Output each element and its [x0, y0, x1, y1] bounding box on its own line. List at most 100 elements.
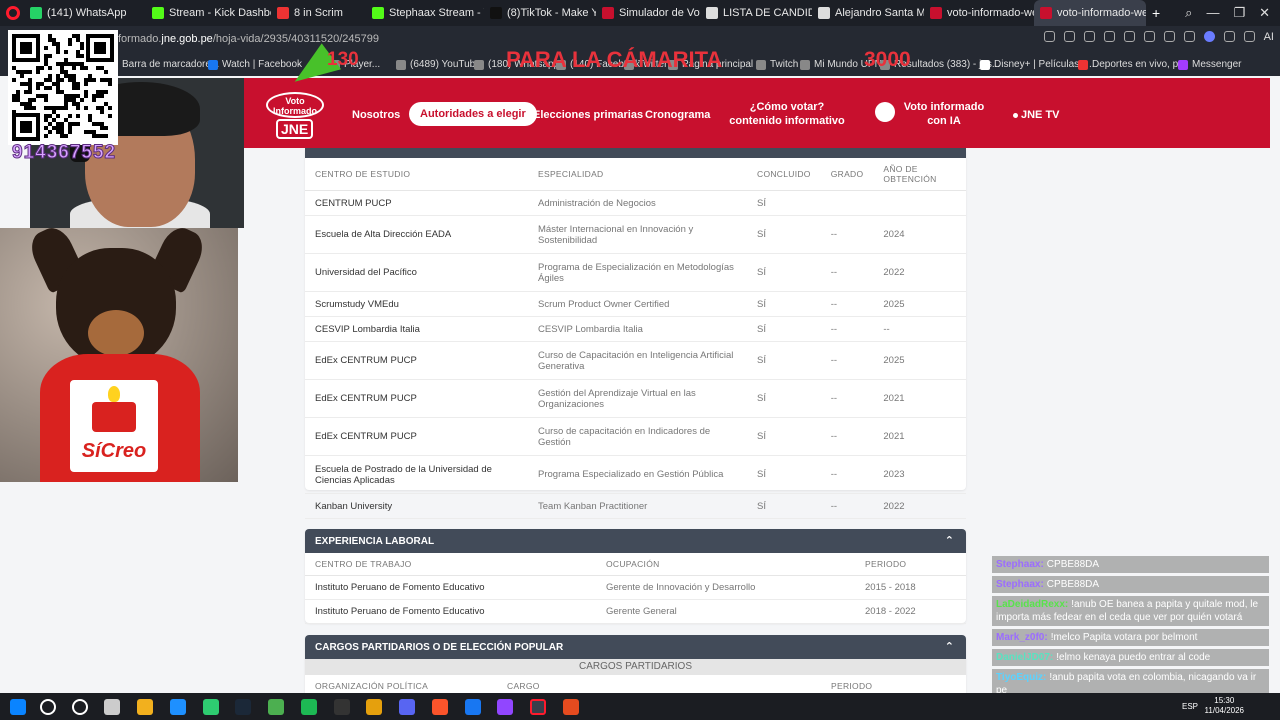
tab-label: Stream - Kick Dashboard: [169, 7, 271, 19]
search-tabs-icon[interactable]: ⌕: [1185, 5, 1192, 21]
cell-anio: [873, 190, 966, 216]
browser-tab[interactable]: Stephaax Stream - Watch: [366, 0, 484, 26]
experiencia-header[interactable]: EXPERIENCIA LABORAL ⌃: [305, 529, 966, 553]
url-field[interactable]: formado.jne.gob.pe/hoja-vida/2935/403115…: [118, 33, 379, 45]
cell-especialidad: Scrum Product Owner Certified: [528, 291, 747, 317]
menu-icon[interactable]: [1183, 31, 1195, 42]
counter-left: 130: [327, 49, 359, 70]
minimize-window-button[interactable]: —: [1206, 5, 1219, 21]
nav-como-votar[interactable]: ¿Cómo votar? contenido informativo: [728, 100, 846, 128]
spotify-icon[interactable]: [301, 699, 317, 715]
new-tab-button[interactable]: +: [1146, 0, 1166, 26]
qr-module: [72, 66, 76, 70]
browser-tab[interactable]: LISTA DE CANDIDATOS -: [700, 0, 812, 26]
tab-label: voto-informado-web: [1057, 7, 1146, 19]
bookmark-item[interactable]: Deportes en vivo, p...: [1078, 59, 1187, 70]
cube-icon[interactable]: [1243, 31, 1255, 42]
voto-informado-logo[interactable]: Voto Informado JNE: [266, 92, 324, 139]
nav-nosotros[interactable]: Nosotros: [352, 108, 400, 122]
qr-module: [108, 82, 112, 86]
windows-taskbar: ESP 15:30 11/04/2026: [0, 693, 1280, 720]
browser-tab[interactable]: 8 in Scrim: [271, 0, 366, 26]
browser-tab[interactable]: (8)TikTok - Make Your Day: [484, 0, 596, 26]
brave-icon[interactable]: [432, 699, 448, 715]
ai-button[interactable]: AI: [1264, 31, 1274, 43]
qr-module: [64, 50, 68, 54]
bookmark-item[interactable]: Twitch: [756, 59, 798, 70]
bookmark-label: Twitch: [770, 59, 799, 70]
camera-icon[interactable]: [1063, 31, 1075, 42]
opera-logo-icon[interactable]: [6, 6, 20, 20]
qr-module: [40, 66, 44, 70]
nav-autoridades[interactable]: Autoridades a elegir: [409, 102, 537, 126]
heart-icon[interactable]: [1143, 31, 1155, 42]
shield-icon[interactable]: [1083, 31, 1095, 42]
play-icon[interactable]: [1123, 31, 1135, 42]
close-window-button[interactable]: ✕: [1259, 5, 1270, 21]
download-icon[interactable]: [1163, 31, 1175, 42]
col-cargo: CARGO: [497, 675, 821, 693]
file-explorer-icon[interactable]: [137, 699, 153, 715]
browser-tab[interactable]: voto-informado-web: [924, 0, 1034, 26]
chat-username: Mark_z0f0:: [996, 632, 1048, 643]
edge-icon[interactable]: [170, 699, 186, 715]
tab-favicon-icon: [152, 7, 164, 19]
discord-icon[interactable]: [399, 699, 415, 715]
app-icon[interactable]: [563, 699, 579, 715]
split-view-icon[interactable]: [1223, 31, 1235, 42]
clock[interactable]: 15:30 11/04/2026: [1205, 696, 1244, 716]
extension-icon[interactable]: [1103, 31, 1115, 42]
experiencia-table: CENTRO DE TRABAJO OCUPACIÓN PERIODO Inst…: [305, 553, 966, 624]
xbox-icon[interactable]: [203, 699, 219, 715]
windows-start-icon[interactable]: [10, 699, 26, 715]
epic-games-icon[interactable]: [334, 699, 350, 715]
profile-icon[interactable]: [1203, 31, 1215, 42]
browser-tab[interactable]: Simulador de Votación - I: [596, 0, 700, 26]
facebook-icon[interactable]: [465, 699, 481, 715]
bookmark-item[interactable]: Messenger: [1178, 59, 1241, 70]
bookmark-item[interactable]: Barra de marcadore...: [108, 59, 219, 70]
twitch-icon[interactable]: [497, 699, 513, 715]
tab-favicon-icon: [930, 7, 942, 19]
tab-favicon-icon: [602, 7, 614, 19]
logo-jne: JNE: [276, 119, 314, 139]
cortana-icon[interactable]: [72, 699, 88, 715]
phone-number: 914367552: [11, 142, 117, 164]
cell-especialidad: Gestión del Aprendizaje Virtual en las O…: [528, 379, 747, 418]
chevron-up-icon[interactable]: ⌃: [945, 640, 954, 653]
chat-message: Stephaax: CPBE88DA: [992, 556, 1269, 573]
cargos-header[interactable]: CARGOS PARTIDARIOS O DE ELECCIÓN POPULAR…: [305, 635, 966, 659]
qr-module: [76, 106, 80, 110]
cell-concluido: SÍ: [747, 417, 821, 456]
minecraft-icon[interactable]: [268, 699, 284, 715]
task-view-icon[interactable]: [104, 699, 120, 715]
chevron-up-icon[interactable]: ⌃: [945, 534, 954, 547]
bookmark-label: Barra de marcadore...: [122, 59, 220, 70]
opera-icon[interactable]: [530, 699, 546, 715]
browser-tab[interactable]: Stream - Kick Dashboard: [146, 0, 271, 26]
nav-primarias[interactable]: Elecciones primarias: [533, 108, 643, 122]
browser-tab[interactable]: Alejandro Santa María - W: [812, 0, 924, 26]
nav-jne-tv[interactable]: JNE TV: [1013, 108, 1060, 122]
bookmark-item[interactable]: (6489) YouTube: [396, 59, 481, 70]
restore-window-button[interactable]: ❐: [1233, 5, 1245, 21]
bookmark-item[interactable]: Watch | Facebook: [208, 59, 302, 70]
dog-muzzle: [88, 310, 144, 356]
cell-centro: Instituto Peruano de Fomento Educativo: [305, 575, 596, 600]
qr-module: [84, 66, 88, 70]
nav-cronograma[interactable]: Cronograma: [645, 108, 710, 122]
steam-icon[interactable]: [235, 699, 251, 715]
browser-tab[interactable]: (141) WhatsApp: [24, 0, 146, 26]
url-domain: jne.gob.pe: [161, 33, 213, 45]
search-icon[interactable]: [40, 699, 56, 715]
nav-voto-ia[interactable]: Voto informado con IA: [898, 100, 990, 128]
chrome-icon[interactable]: [366, 699, 382, 715]
edit-icon[interactable]: [1043, 31, 1055, 42]
bookmark-favicon-icon: [1078, 59, 1088, 70]
tab-label: (8)TikTok - Make Your Day: [507, 7, 596, 19]
browser-tab[interactable]: voto-informado-web: [1034, 0, 1146, 26]
cell-centro: Escuela de Alta Dirección EADA: [305, 215, 528, 254]
stream-chat: Stephaax: CPBE88DA Stephaax: CPBE88DA LaDeid…: [992, 556, 1269, 702]
chat-text: CPBE88DA: [1046, 579, 1100, 590]
language-indicator[interactable]: ESP: [1182, 702, 1198, 711]
